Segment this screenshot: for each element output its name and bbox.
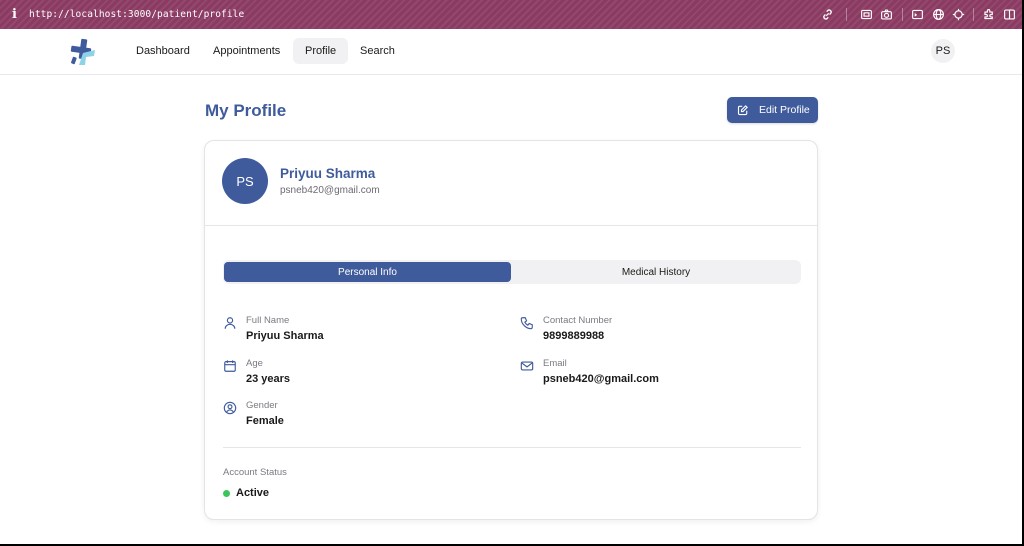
email-value: psneb420@gmail.com [543, 373, 659, 385]
globe-icon[interactable] [931, 7, 945, 21]
field-full-name: Full Name Priyuu Sharma [223, 315, 473, 349]
field-email: Email psneb420@gmail.com [520, 358, 770, 392]
field-contact-number: Contact Number 9899889988 [520, 315, 770, 349]
toolbar-divider [973, 8, 974, 21]
crosshair-icon[interactable] [951, 7, 965, 21]
tab-personal-info[interactable]: Personal Info [224, 262, 511, 282]
card-divider [205, 225, 817, 226]
camera-icon[interactable] [879, 7, 893, 21]
nav-profile[interactable]: Profile [293, 38, 349, 64]
browser-url-bar: i http://localhost:3000/patient/profile [0, 0, 1022, 29]
profile-card: PS Priyuu Sharma psneb420@gmail.com Pers… [204, 140, 818, 520]
age-label: Age [246, 358, 263, 369]
extension-icon[interactable] [982, 7, 996, 21]
phone-icon [520, 316, 534, 330]
user-circle-icon [223, 401, 237, 415]
age-value: 23 years [246, 373, 291, 385]
status-indicator-dot [223, 490, 230, 497]
medical-cross-logo-icon[interactable] [66, 36, 98, 68]
calendar-icon [223, 359, 237, 373]
contact-number-label: Contact Number [543, 315, 613, 326]
full-name-label: Full Name [246, 315, 290, 326]
edit-icon [737, 104, 749, 116]
toolbar-divider [902, 8, 903, 21]
gender-value: Female [246, 415, 284, 427]
edit-profile-label: Edit Profile [759, 104, 810, 116]
account-status-label: Account Status [223, 467, 287, 478]
terminal-icon[interactable] [910, 7, 924, 21]
nav-dashboard[interactable]: Dashboard [124, 38, 202, 64]
user-avatar[interactable]: PS [931, 39, 955, 63]
profile-email: psneb420@gmail.com [280, 185, 380, 196]
profile-name: Priyuu Sharma [280, 166, 376, 181]
field-age: Age 23 years [223, 358, 473, 392]
profile-avatar: PS [222, 158, 268, 204]
nav-appointments[interactable]: Appointments [201, 38, 292, 64]
full-name-value: Priyuu Sharma [246, 330, 324, 342]
address-field[interactable]: http://localhost:3000/patient/profile [29, 9, 244, 20]
app-window: i http://localhost:3000/patient/profile [0, 0, 1022, 544]
tab-medical-history[interactable]: Medical History [513, 262, 799, 282]
screenshot-icon[interactable] [859, 7, 873, 21]
mail-icon [520, 359, 534, 373]
field-gender: Gender Female [223, 400, 473, 434]
account-status-value: Active [236, 487, 270, 499]
link-icon[interactable] [820, 7, 834, 21]
gender-label: Gender [246, 400, 278, 411]
top-navigation: Dashboard Appointments Profile Search PS [0, 29, 1022, 75]
page-title: My Profile [205, 101, 287, 120]
edit-profile-button[interactable]: Edit Profile [727, 97, 818, 123]
site-info-icon[interactable]: i [12, 7, 17, 22]
toolbar-divider [846, 8, 847, 21]
user-icon [223, 316, 237, 330]
profile-tabs: Personal Info Medical History [223, 260, 801, 284]
email-label: Email [543, 358, 567, 369]
nav-search[interactable]: Search [348, 38, 407, 64]
contact-number-value: 9899889988 [543, 330, 605, 342]
sidebar-icon[interactable] [1002, 7, 1016, 21]
section-divider [223, 447, 801, 448]
